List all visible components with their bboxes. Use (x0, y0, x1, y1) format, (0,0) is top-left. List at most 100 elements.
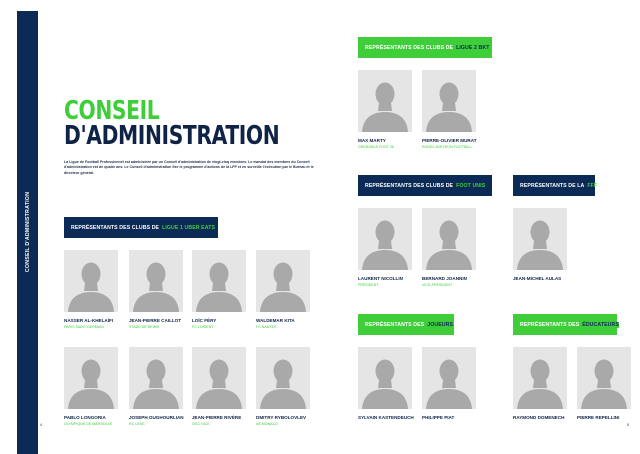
silhouette-icon (68, 262, 114, 312)
portrait-placeholder (513, 208, 567, 270)
person-role: RC LENS (129, 422, 145, 426)
portrait-placeholder (256, 250, 310, 312)
silhouette-icon (426, 220, 472, 270)
header-highlight: LIGUE 2 BKT (456, 44, 490, 51)
person-name: RAYMOND DOMENECH (513, 415, 565, 420)
portrait-placeholder (577, 347, 631, 409)
person-name: DMITRY RYBOLOVLEV (256, 415, 307, 420)
silhouette-icon (196, 262, 242, 312)
page-title: CONSEIL D'ADMINISTRATION (64, 98, 340, 151)
person-role: FC NANTES (256, 325, 277, 329)
header-prefix: REPRÉSENTANTS DES CLUBS DE (365, 44, 454, 51)
person-card: PABLO LONGORIA OLYMPIQUE DE MARSEILLE (64, 347, 120, 426)
person-card: DMITRY RYBOLOVLEV AS MONACO (256, 347, 312, 426)
header-footunis: REPRÉSENTANTS DES CLUBS DE FOOT UNIS (358, 175, 492, 196)
person-name: JOSEPH OUGHOURLIAN (129, 415, 184, 420)
portrait-placeholder (129, 250, 183, 312)
person-name: JEAN-PIERRE RIVÈRE (192, 415, 242, 420)
person-card: JEAN-MICHEL AULAS (513, 208, 569, 283)
person-role: FC LORIENT (192, 325, 214, 329)
person-role: OLYMPIQUE DE MARSEILLE (64, 422, 113, 426)
person-name: PIERRE-OLIVIER MURAT (422, 138, 477, 143)
person-role: STADE DE REIMS (129, 325, 160, 329)
portrait-placeholder (358, 208, 412, 270)
header-educateurs: REPRÉSENTANTS DES ÉDUCATEURS (513, 314, 619, 335)
person-card: PIERRE-OLIVIER MURAT RODEZ AVEYRON FOOTBA… (422, 70, 478, 149)
person-role: PARIS SAINT-GERMAIN (64, 325, 104, 329)
person-name: LOÏC FÉRY (192, 318, 217, 323)
person-card: PHILIPPE PIAT (422, 347, 478, 422)
person-name: PABLO LONGORIA (64, 415, 106, 420)
person-role: RODEZ AVEYRON FOOTBALL (422, 145, 473, 149)
title-line-2: D'ADMINISTRATION (64, 120, 280, 151)
portrait-placeholder (256, 347, 310, 409)
person-card: RAYMOND DOMENECH (513, 347, 569, 422)
person-card: PIERRE REPELLINI (577, 347, 633, 422)
header-highlight: FFF (587, 182, 598, 189)
header-ligue2: REPRÉSENTANTS DES CLUBS DE LIGUE 2 BKT (358, 37, 492, 58)
portrait-placeholder (358, 70, 412, 132)
person-card: NASSER AL-KHELAÏFI PARIS SAINT-GERMAIN (64, 250, 120, 329)
person-name: LAURENT NICOLLIN (358, 276, 403, 281)
person-name: NASSER AL-KHELAÏFI (64, 318, 114, 323)
header-highlight: ÉDUCATEURS (582, 321, 619, 328)
person-card: LAURENT NICOLLIN PRÉSIDENT (358, 208, 414, 287)
header-highlight: FOOT UNIS (456, 182, 486, 189)
person-name: BERNARD JOANNIN (422, 276, 467, 281)
silhouette-icon (133, 262, 179, 312)
page-number-left: 4 (40, 423, 42, 427)
header-prefix: REPRÉSENTANTS DES CLUBS DE (71, 224, 160, 231)
portrait-placeholder (64, 250, 118, 312)
header-fff: REPRÉSENTANTS DE LA FFF (513, 175, 598, 196)
person-card: BERNARD JOANNIN VICE-PRÉSIDENT (422, 208, 478, 287)
portrait-placeholder (192, 347, 246, 409)
intro-paragraph: La Ligue de Football Professionnel est a… (64, 160, 314, 175)
person-name: PIERRE REPELLINI (577, 415, 620, 420)
header-joueurs: REPRÉSENTANTS DES JOUEURS (358, 314, 454, 335)
person-name: JEAN-MICHEL AULAS (513, 276, 562, 281)
portrait-placeholder (192, 250, 246, 312)
page-number-right: 5 (627, 423, 629, 427)
person-card: JEAN-PIERRE CAILLOT STADE DE REIMS (129, 250, 185, 329)
silhouette-icon (362, 359, 408, 409)
person-name: WALDEMAR KITA (256, 318, 295, 323)
portrait-placeholder (422, 347, 476, 409)
header-ligue1: REPRÉSENTANTS DES CLUBS DE LIGUE 1 UBER E… (64, 217, 218, 238)
silhouette-icon (362, 220, 408, 270)
person-card: WALDEMAR KITA FC NANTES (256, 250, 312, 329)
portrait-placeholder (129, 347, 183, 409)
silhouette-icon (196, 359, 242, 409)
person-role: VICE-PRÉSIDENT (422, 283, 453, 287)
person-card: MAX MARTY GRENOBLE FOOT 38 (358, 70, 414, 149)
person-role: OGC NICE (192, 422, 210, 426)
silhouette-icon (362, 82, 408, 132)
portrait-placeholder (422, 208, 476, 270)
silhouette-icon (260, 262, 306, 312)
silhouette-icon (68, 359, 114, 409)
spine-label: CONSEIL D'ADMINISTRATION (25, 191, 31, 273)
silhouette-icon (133, 359, 179, 409)
person-role: PRÉSIDENT (358, 283, 379, 287)
person-role: AS MONACO (256, 422, 278, 426)
person-name: MAX MARTY (358, 138, 386, 143)
portrait-placeholder (358, 347, 412, 409)
header-prefix: REPRÉSENTANTS DES (520, 321, 580, 328)
person-card: JOSEPH OUGHOURLIAN RC LENS (129, 347, 185, 426)
header-highlight: LIGUE 1 UBER EATS (162, 224, 216, 231)
header-prefix: REPRÉSENTANTS DE LA (520, 182, 585, 189)
portrait-placeholder (64, 347, 118, 409)
person-name: SYLVAIN KASTENDEUCH (358, 415, 414, 420)
silhouette-icon (581, 359, 627, 409)
person-role: GRENOBLE FOOT 38 (358, 145, 394, 149)
person-card: JEAN-PIERRE RIVÈRE OGC NICE (192, 347, 248, 426)
header-prefix: REPRÉSENTANTS DES CLUBS DE (365, 182, 454, 189)
silhouette-icon (426, 82, 472, 132)
portrait-placeholder (513, 347, 567, 409)
header-highlight: JOUEURS (427, 321, 454, 328)
person-card: LOÏC FÉRY FC LORIENT (192, 250, 248, 329)
person-name: PHILIPPE PIAT (422, 415, 455, 420)
silhouette-icon (260, 359, 306, 409)
person-name: JEAN-PIERRE CAILLOT (129, 318, 182, 323)
silhouette-icon (426, 359, 472, 409)
silhouette-icon (517, 220, 563, 270)
